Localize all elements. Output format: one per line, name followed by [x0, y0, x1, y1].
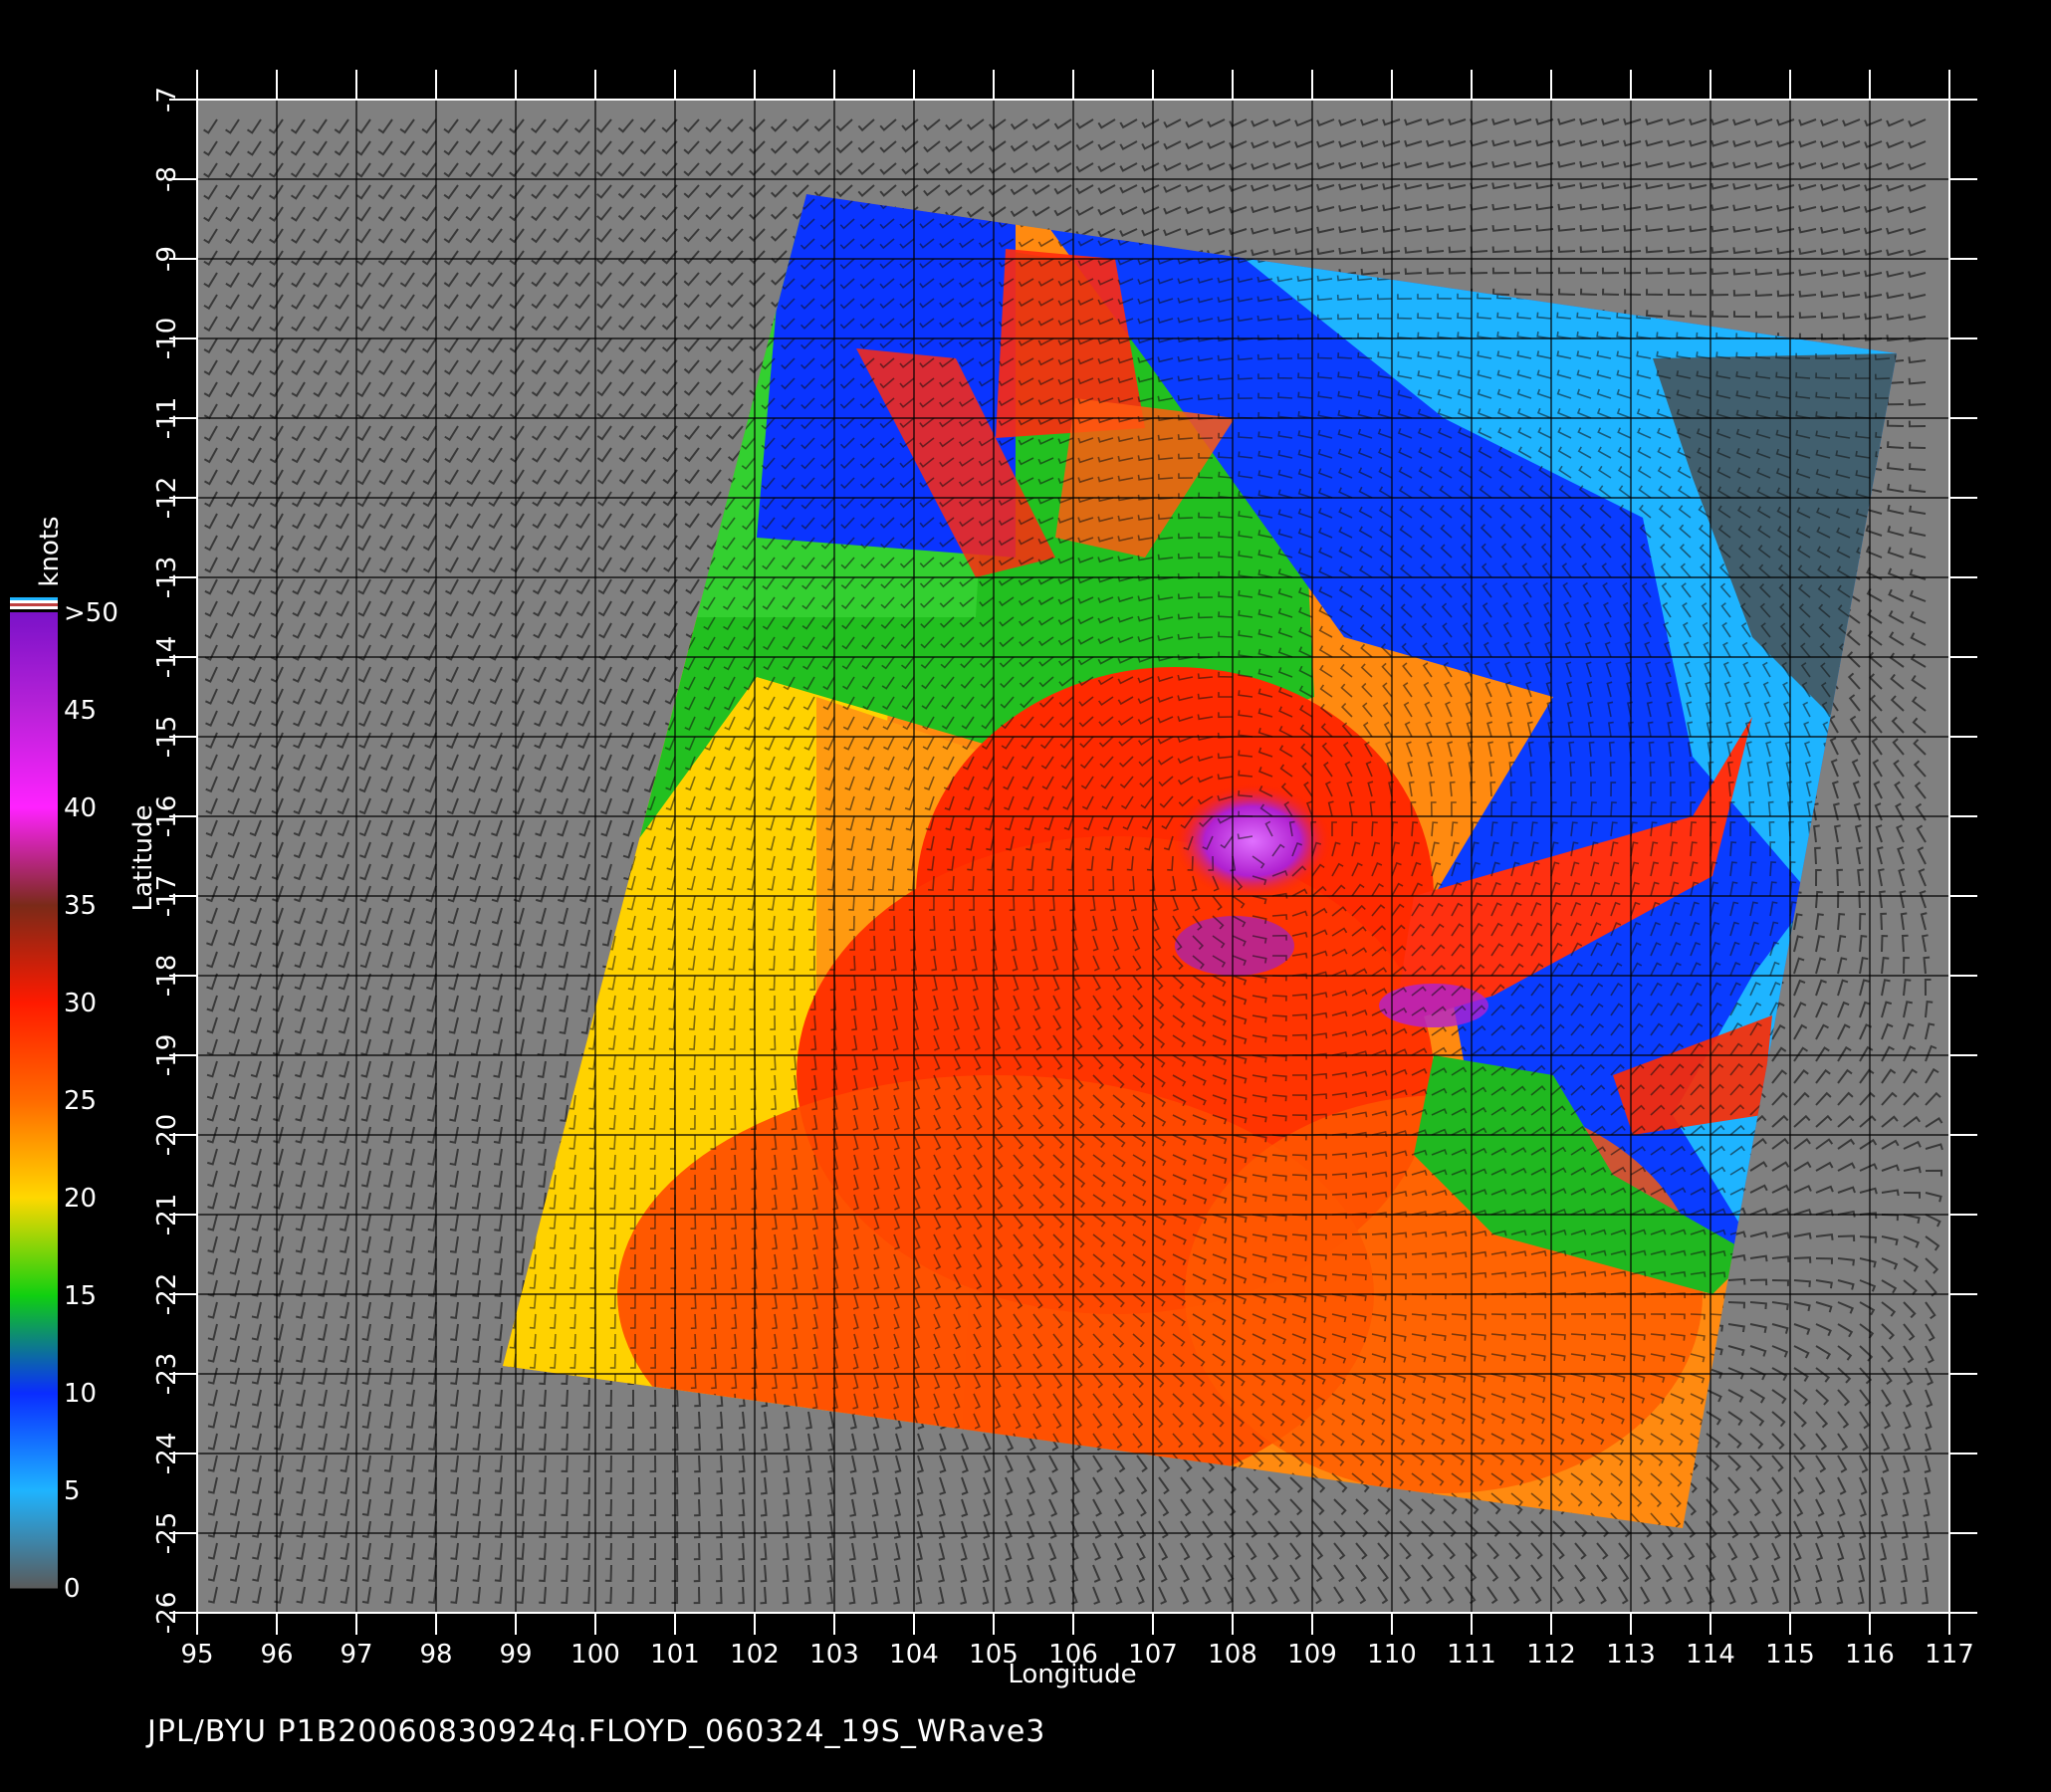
x-tick-label: 96 — [260, 1640, 293, 1670]
x-tick-label: 102 — [730, 1640, 780, 1670]
colorbar-label: 10 — [64, 1379, 97, 1409]
colorbar-segment — [10, 1295, 58, 1394]
colorbar-label: 45 — [64, 696, 97, 726]
y-tick-label: -7 — [152, 87, 182, 112]
colorbar-segment — [10, 807, 58, 906]
colorbar-label: >50 — [64, 598, 118, 628]
y-tick-label: -14 — [152, 636, 182, 678]
colorbar-label: 40 — [64, 793, 97, 823]
colorbar-label: 5 — [64, 1476, 81, 1506]
x-tick-label: 95 — [180, 1640, 213, 1670]
colorbar-label: 25 — [64, 1086, 97, 1116]
colorbar-segment — [10, 1198, 58, 1296]
x-tick-label: 103 — [809, 1640, 859, 1670]
colorbar-segment — [10, 1003, 58, 1101]
x-tick-label: 117 — [1925, 1640, 1974, 1670]
x-tick-label: 108 — [1208, 1640, 1257, 1670]
colorbar-segment — [10, 612, 58, 711]
x-tick-label: 113 — [1606, 1640, 1656, 1670]
x-tick-label: 114 — [1686, 1640, 1735, 1670]
x-tick-label: 111 — [1447, 1640, 1496, 1670]
colorbar-stripe — [10, 600, 58, 603]
y-tick-label: -19 — [152, 1034, 182, 1076]
image-caption: JPL/BYU P1B20060830924q.FLOYD_060324_19S… — [147, 1714, 1046, 1749]
x-tick-label: 116 — [1845, 1640, 1895, 1670]
colorbar-stripe — [10, 606, 58, 609]
colorbar: >50 45 40 35 30 25 20 15 10 5 0 — [10, 597, 118, 1604]
y-tick-label: -20 — [152, 1114, 182, 1156]
colorbar-label: 30 — [64, 989, 97, 1018]
colorbar-segment — [10, 710, 58, 808]
y-tick-label: -25 — [152, 1512, 182, 1554]
colorbar-segment — [10, 1490, 58, 1589]
x-tick-label: 97 — [340, 1640, 372, 1670]
colorbar-segment — [10, 1393, 58, 1491]
y-tick-label: -9 — [152, 246, 182, 272]
x-tick-label: 112 — [1526, 1640, 1576, 1670]
y-tick-label: -11 — [152, 397, 182, 439]
y-axis-title: Latitude — [128, 804, 158, 911]
y-tick-label: -24 — [152, 1433, 182, 1474]
colorbar-label: 15 — [64, 1281, 97, 1311]
x-tick-label: 115 — [1765, 1640, 1815, 1670]
colorbar-stripe — [10, 597, 58, 600]
x-axis-title: Longitude — [1008, 1660, 1136, 1689]
y-tick-label: -8 — [152, 166, 182, 192]
colorbar-label: 0 — [64, 1574, 81, 1604]
x-tick-label: 104 — [889, 1640, 939, 1670]
y-tick-label: -21 — [152, 1194, 182, 1235]
y-tick-label: -23 — [152, 1353, 182, 1395]
colorbar-segment — [10, 905, 58, 1004]
y-tick-label: -15 — [152, 716, 182, 758]
y-tick-label: -10 — [152, 318, 182, 359]
colorbar-segment — [10, 1100, 58, 1199]
x-tick-label: 101 — [650, 1640, 700, 1670]
x-tick-label: 98 — [419, 1640, 452, 1670]
x-tick-label: 109 — [1287, 1640, 1337, 1670]
y-tick-label: -13 — [152, 557, 182, 598]
y-tick-label: -12 — [152, 477, 182, 519]
colorbar-label: 35 — [64, 891, 97, 921]
x-tick-label: 100 — [570, 1640, 620, 1670]
x-tick-label: 110 — [1367, 1640, 1417, 1670]
colorbar-stripe — [10, 603, 58, 606]
x-tick-label: 99 — [499, 1640, 532, 1670]
scatterometer-wind-map: 95 96 97 98 99 100 101 102 103 104 105 106 107 108 109… — [10, 70, 1977, 1689]
y-tick-label: -18 — [152, 955, 182, 997]
y-tick-label: -22 — [152, 1273, 182, 1315]
colorbar-unit: knots — [35, 516, 65, 586]
y-tick-label: -26 — [152, 1592, 182, 1634]
colorbar-label: 20 — [64, 1184, 97, 1214]
